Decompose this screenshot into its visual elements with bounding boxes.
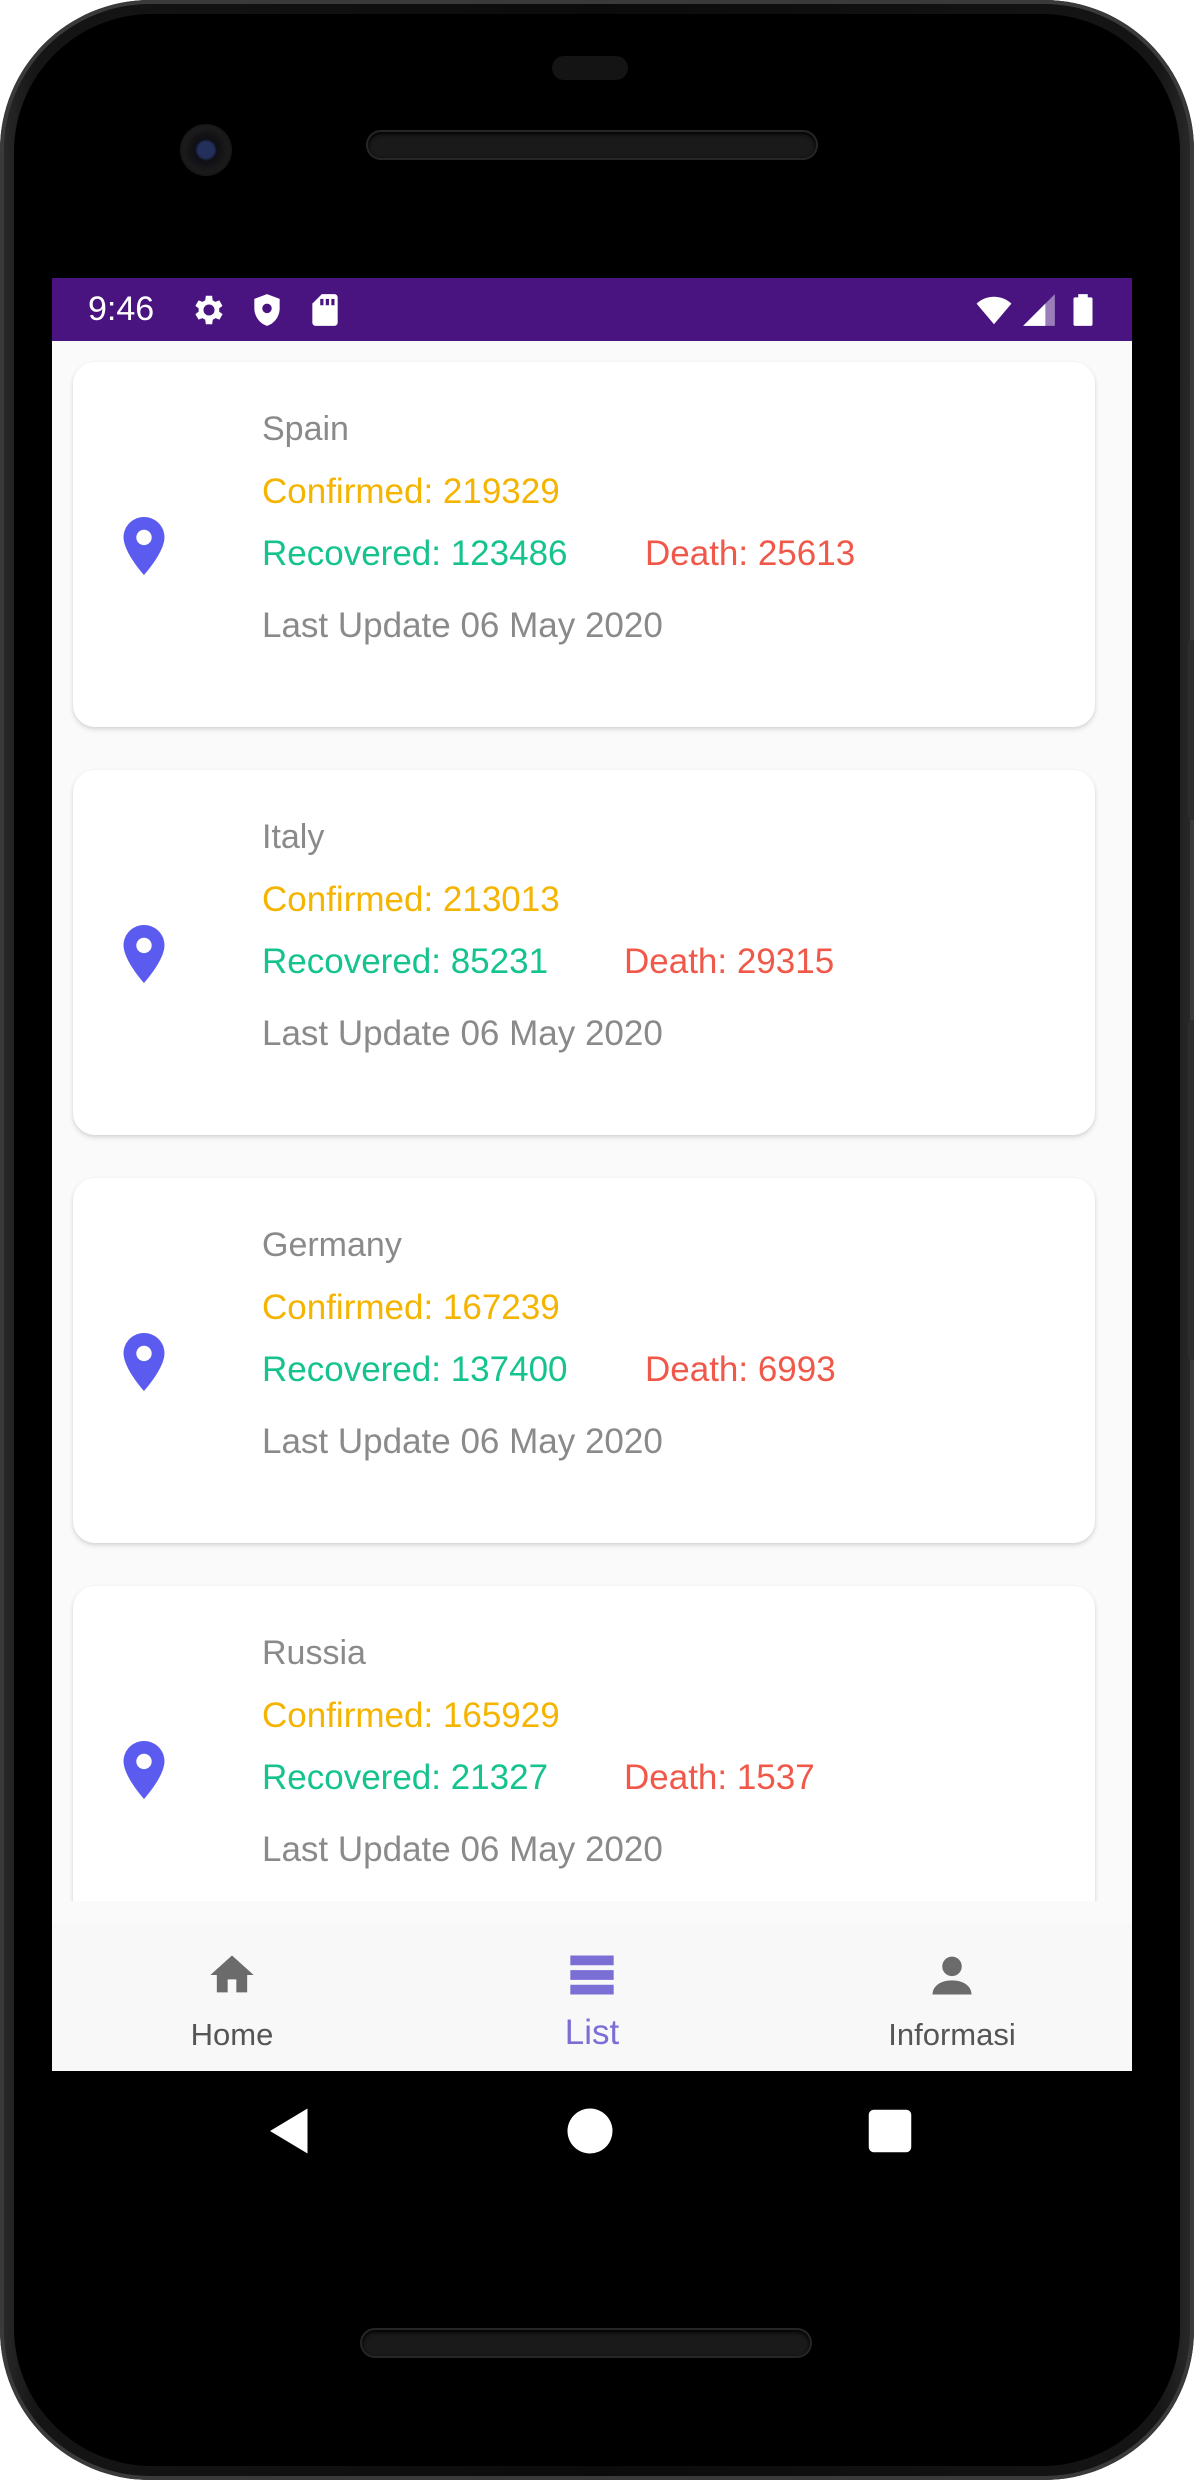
location-pin-icon: [123, 925, 165, 983]
system-navigation-bar: [0, 2071, 1194, 2201]
status-bar: 9:46: [52, 278, 1132, 341]
list-item[interactable]: Russia Confirmed: 165929 Recovered: 2132…: [73, 1586, 1095, 1901]
list-item[interactable]: Spain Confirmed: 219329 Recovered: 12348…: [73, 362, 1095, 727]
battery-icon: [1073, 294, 1093, 326]
location-pin-icon: [123, 517, 165, 575]
confirmed-count: Confirmed: 165929: [262, 1696, 560, 1735]
last-update: Last Update 06 May 2020: [262, 1422, 663, 1461]
signal-icon: [1023, 294, 1055, 326]
last-update: Last Update 06 May 2020: [262, 1014, 663, 1053]
country-name: Italy: [262, 818, 325, 856]
nav-home-label: Home: [190, 2017, 274, 2052]
country-name: Spain: [262, 410, 349, 448]
bottom-navigation: Home List Informasi: [52, 1923, 1132, 2071]
death-count: Death: 1537: [624, 1758, 815, 1797]
death-count: Death: 6993: [645, 1350, 836, 1389]
country-name: Russia: [262, 1634, 366, 1672]
app-screen: 9:46 Spain Confirmed: 219329 Recovered: …: [52, 278, 1132, 2071]
power-button: [1188, 640, 1194, 820]
sd-card-icon: [312, 294, 338, 326]
confirmed-count: Confirmed: 167239: [262, 1288, 560, 1327]
status-time: 9:46: [88, 290, 155, 328]
nav-informasi-label: Informasi: [888, 2017, 1016, 2052]
recovered-count: Recovered: 123486: [262, 534, 568, 573]
gear-icon: [195, 295, 223, 325]
recovered-count: Recovered: 85231: [262, 942, 549, 981]
bottom-speaker: [362, 2330, 810, 2356]
shield-icon: [254, 294, 280, 326]
country-name: Germany: [262, 1226, 402, 1264]
wifi-icon: [976, 296, 1012, 325]
last-update: Last Update 06 May 2020: [262, 606, 663, 645]
recovered-count: Recovered: 137400: [262, 1350, 568, 1389]
confirmed-count: Confirmed: 219329: [262, 472, 560, 511]
phone-frame: 9:46 Spain Confirmed: 219329 Recovered: …: [0, 0, 1194, 2480]
list-item[interactable]: Italy Confirmed: 213013 Recovered: 85231…: [73, 770, 1095, 1135]
nav-list-label: List: [564, 2013, 620, 2052]
location-pin-icon: [123, 1333, 165, 1391]
list-item[interactable]: Germany Confirmed: 167239 Recovered: 137…: [73, 1178, 1095, 1543]
person-icon: [932, 1956, 972, 1995]
list-icon: [570, 1955, 614, 1995]
confirmed-count: Confirmed: 213013: [262, 880, 560, 919]
recovered-count: Recovered: 21327: [262, 1758, 549, 1797]
front-camera: [180, 124, 232, 176]
sensor: [552, 56, 628, 80]
death-count: Death: 25613: [645, 534, 856, 573]
nav-home[interactable]: Home: [52, 1923, 412, 2071]
back-icon[interactable]: [260, 2101, 320, 2161]
earpiece-speaker: [368, 132, 816, 158]
last-update: Last Update 06 May 2020: [262, 1830, 663, 1869]
recents-icon[interactable]: [860, 2101, 920, 2161]
home-circle-icon[interactable]: [560, 2101, 620, 2161]
location-pin-icon: [123, 1741, 165, 1799]
home-icon: [210, 1955, 254, 1993]
death-count: Death: 29315: [624, 942, 835, 981]
volume-button: [1188, 1020, 1194, 1360]
country-list[interactable]: Spain Confirmed: 219329 Recovered: 12348…: [52, 341, 1132, 1901]
nav-informasi[interactable]: Informasi: [772, 1923, 1132, 2071]
nav-list[interactable]: List: [412, 1923, 772, 2071]
